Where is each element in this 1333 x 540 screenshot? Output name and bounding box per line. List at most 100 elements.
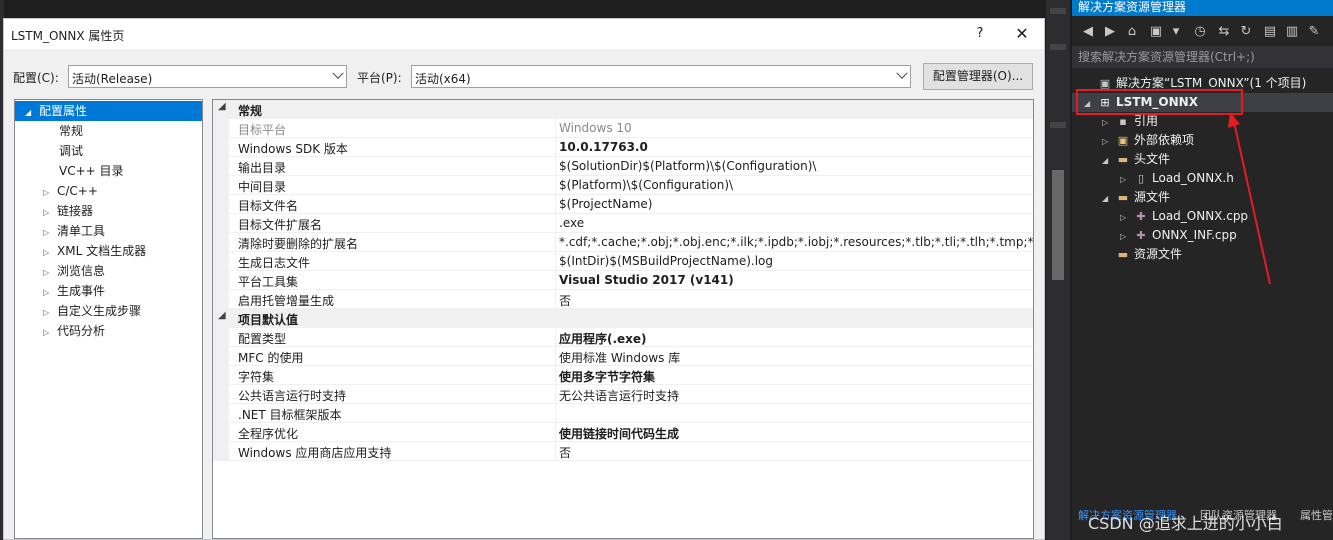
property-value[interactable]: 使用标准 Windows 库	[559, 349, 680, 366]
help-button[interactable]: ?	[970, 23, 990, 45]
solution-tree-item[interactable]: ▬ 资源文件	[1072, 245, 1182, 264]
grid-row[interactable]: 配置类型 应用程序(.exe)	[213, 328, 1033, 347]
collapsed-arrow-icon[interactable]: ▷	[43, 283, 57, 303]
column-divider[interactable]	[555, 347, 556, 366]
solution-tree-item[interactable]: ◢ ▬ 头文件	[1072, 150, 1170, 169]
forward-icon[interactable]: ▶	[1102, 24, 1118, 40]
pending-changes-icon[interactable]: ◷	[1192, 24, 1208, 40]
grid-row[interactable]: 目标文件名 $(ProjectName)	[213, 195, 1033, 214]
grid-group-header[interactable]: ◢ 常规	[213, 100, 1033, 119]
property-value[interactable]: $(SolutionDir)$(Platform)\$(Configuratio…	[559, 159, 816, 173]
solution-tree-item[interactable]: ▷ ▣ 外部依赖项	[1072, 131, 1194, 150]
collapsed-arrow-icon[interactable]: ▷	[43, 183, 57, 203]
tree-item[interactable]: VC++ 目录	[15, 161, 124, 181]
grid-row[interactable]: .NET 目标框架版本	[213, 404, 1033, 423]
grid-row[interactable]: 启用托管增量生成 否	[213, 290, 1033, 309]
property-value[interactable]: 使用链接时间代码生成	[559, 425, 679, 442]
column-divider[interactable]	[555, 271, 556, 290]
column-divider[interactable]	[555, 195, 556, 214]
tree-item[interactable]: ◢ 配置属性	[15, 101, 202, 121]
property-value[interactable]: Windows 10	[559, 121, 632, 135]
collapsed-arrow-icon[interactable]: ▷	[43, 323, 57, 343]
solution-search-input[interactable]: 搜索解决方案资源管理器(Ctrl+;)	[1072, 46, 1333, 68]
editor-scrollbar[interactable]	[1046, 0, 1070, 540]
tree-item[interactable]: ▷ XML 文档生成器	[15, 241, 146, 261]
column-divider[interactable]	[555, 366, 556, 385]
property-value[interactable]: 使用多字节字符集	[559, 368, 655, 385]
collapsed-arrow-icon[interactable]: ▷	[1102, 132, 1116, 151]
column-divider[interactable]	[555, 138, 556, 157]
property-value[interactable]: $(IntDir)$(MSBuildProjectName).log	[559, 254, 773, 268]
collapsed-arrow-icon[interactable]: ▷	[1120, 227, 1134, 246]
solution-tree-item[interactable]: ▷ ✚ Load_ONNX.cpp	[1072, 207, 1248, 226]
column-divider[interactable]	[555, 252, 556, 271]
tree-item[interactable]: ▷ 浏览信息	[15, 261, 105, 281]
grid-row[interactable]: 目标平台 Windows 10	[213, 119, 1033, 138]
solution-tree-item[interactable]: ▷ ✚ ONNX_INF.cpp	[1072, 226, 1237, 245]
grid-row[interactable]: 中间目录 $(Platform)\$(Configuration)\	[213, 176, 1033, 195]
property-value[interactable]: 应用程序(.exe)	[559, 330, 647, 347]
collapsed-arrow-icon[interactable]: ▷	[43, 303, 57, 323]
property-value[interactable]: $(Platform)\$(Configuration)\	[559, 178, 733, 192]
config-combo[interactable]: 活动(Release)	[68, 65, 347, 88]
column-divider[interactable]	[555, 176, 556, 195]
grid-row[interactable]: MFC 的使用 使用标准 Windows 库	[213, 347, 1033, 366]
column-divider[interactable]	[555, 423, 556, 442]
property-value[interactable]: 10.0.17763.0	[559, 140, 648, 154]
grid-row[interactable]: 输出目录 $(SolutionDir)$(Platform)\$(Configur…	[213, 157, 1033, 176]
column-divider[interactable]	[555, 214, 556, 233]
tree-item[interactable]: ▷ 生成事件	[15, 281, 105, 301]
column-divider[interactable]	[555, 385, 556, 404]
switch-views-icon[interactable]: ▣	[1148, 24, 1164, 40]
scrollbar-thumb[interactable]	[1052, 170, 1064, 280]
close-button[interactable]: ✕	[1010, 23, 1034, 45]
property-value[interactable]: 否	[559, 292, 571, 309]
grid-row[interactable]: Windows SDK 版本 10.0.17763.0	[213, 138, 1033, 157]
bottom-tab[interactable]: 属性管理器	[1300, 507, 1333, 523]
property-value[interactable]: .exe	[559, 216, 584, 230]
grid-row[interactable]: 平台工具集 Visual Studio 2017 (v141)	[213, 271, 1033, 290]
expanded-arrow-icon[interactable]: ◢	[1102, 151, 1116, 170]
expanded-arrow-icon[interactable]: ◢	[218, 310, 226, 321]
collapsed-arrow-icon[interactable]: ▷	[43, 203, 57, 223]
tree-item[interactable]: 调试	[15, 141, 83, 161]
grid-row[interactable]: 清除时要删除的扩展名 *.cdf;*.cache;*.obj;*.obj.enc;…	[213, 233, 1033, 252]
tree-item[interactable]: ▷ C/C++	[15, 181, 98, 201]
grid-row[interactable]: 公共语言运行时支持 无公共语言运行时支持	[213, 385, 1033, 404]
collapsed-arrow-icon[interactable]: ▷	[1120, 208, 1134, 227]
grid-row[interactable]: Windows 应用商店应用支持 否	[213, 442, 1033, 461]
expanded-arrow-icon[interactable]: ◢	[25, 103, 39, 123]
grid-row[interactable]: 目标文件扩展名 .exe	[213, 214, 1033, 233]
refresh-icon[interactable]: ↻	[1238, 24, 1254, 40]
collapsed-arrow-icon[interactable]: ▷	[43, 223, 57, 243]
column-divider[interactable]	[555, 119, 556, 138]
collapsed-arrow-icon[interactable]: ▷	[1102, 113, 1116, 132]
column-divider[interactable]	[555, 404, 556, 423]
collapse-all-icon[interactable]: ▤	[1262, 24, 1278, 40]
chevron-down-icon[interactable]: ▾	[1168, 24, 1184, 40]
column-divider[interactable]	[555, 442, 556, 461]
home-icon[interactable]: ⌂	[1124, 24, 1140, 40]
expanded-arrow-icon[interactable]: ◢	[218, 101, 226, 112]
collapsed-arrow-icon[interactable]: ▷	[43, 243, 57, 263]
column-divider[interactable]	[555, 328, 556, 347]
tree-item[interactable]: 常规	[15, 121, 83, 141]
grid-row[interactable]: 字符集 使用多字节字符集	[213, 366, 1033, 385]
grid-group-header[interactable]: ◢ 项目默认值	[213, 309, 1033, 328]
show-all-files-icon[interactable]: ▥	[1284, 24, 1300, 40]
sync-icon[interactable]: ⇆	[1216, 24, 1232, 40]
grid-row[interactable]: 生成日志文件 $(IntDir)$(MSBuildProjectName).log	[213, 252, 1033, 271]
solution-tree-item[interactable]: ◢ ▬ 源文件	[1072, 188, 1170, 207]
tree-item[interactable]: ▷ 链接器	[15, 201, 93, 221]
column-divider[interactable]	[555, 290, 556, 309]
property-value[interactable]: Visual Studio 2017 (v141)	[559, 273, 734, 287]
property-value[interactable]: *.cdf;*.cache;*.obj;*.obj.enc;*.ilk;*.ip…	[559, 235, 1033, 249]
collapsed-arrow-icon[interactable]: ▷	[43, 263, 57, 283]
expanded-arrow-icon[interactable]: ◢	[1102, 189, 1116, 208]
property-value[interactable]: 无公共语言运行时支持	[559, 387, 679, 404]
tree-item[interactable]: ▷ 自定义生成步骤	[15, 301, 141, 321]
column-divider[interactable]	[555, 233, 556, 252]
property-value[interactable]: 否	[559, 444, 571, 461]
property-value[interactable]: $(ProjectName)	[559, 197, 652, 211]
tree-item[interactable]: ▷ 代码分析	[15, 321, 105, 341]
